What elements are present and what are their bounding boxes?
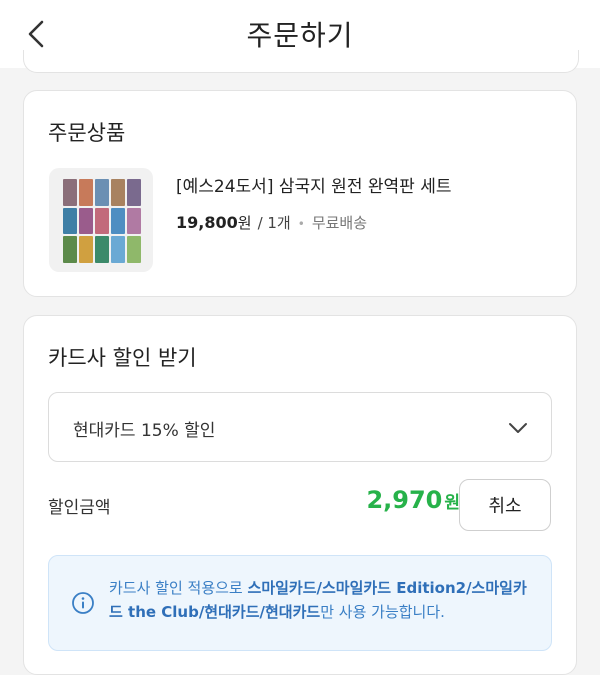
discount-amount-number: 2,970 (366, 486, 443, 514)
info-icon (72, 592, 94, 614)
product-price: 19,800 (176, 213, 238, 232)
card-discount-title: 카드사 할인 받기 (48, 346, 197, 370)
selected-discount-option: 현대카드 15% 할인 (73, 421, 216, 441)
previous-card-edge (23, 50, 579, 73)
order-items-title: 주문상품 (48, 121, 126, 145)
chevron-down-icon (509, 423, 527, 433)
card-discount-select[interactable]: 현대카드 15% 할인 (48, 392, 552, 462)
separator-dot: • (297, 217, 305, 231)
page-title: 주문하기 (246, 19, 354, 52)
notice-text: 카드사 할인 적용으로 스마일카드/스마일카드 Edition2/스마일카드 t… (109, 576, 539, 624)
order-items-card: 주문상품 [예스24도서] 삼국지 원전 완역판 세트 19,800 원 / 1… (23, 90, 577, 297)
product-meta: 19,800 원 / 1개 • 무료배송 (176, 212, 367, 233)
book-set-image (63, 179, 141, 263)
discount-notice: 카드사 할인 적용으로 스마일카드/스마일카드 Edition2/스마일카드 t… (48, 555, 552, 651)
notice-prefix: 카드사 할인 적용으로 (109, 579, 248, 597)
price-unit: 원 (237, 214, 252, 232)
discount-amount-label: 할인금액 (48, 498, 111, 518)
shipping-info: 무료배송 (311, 214, 368, 232)
notice-suffix: 만 사용 가능합니다. (320, 603, 445, 621)
product-name[interactable]: [예스24도서] 삼국지 원전 완역판 세트 (176, 172, 451, 197)
product-quantity: / 1개 (257, 214, 291, 232)
discount-amount: 2,970 원 (366, 486, 460, 514)
cancel-discount-button[interactable]: 취소 (459, 479, 551, 531)
product-thumbnail[interactable] (49, 168, 153, 272)
discount-amount-unit: 원 (444, 493, 460, 513)
